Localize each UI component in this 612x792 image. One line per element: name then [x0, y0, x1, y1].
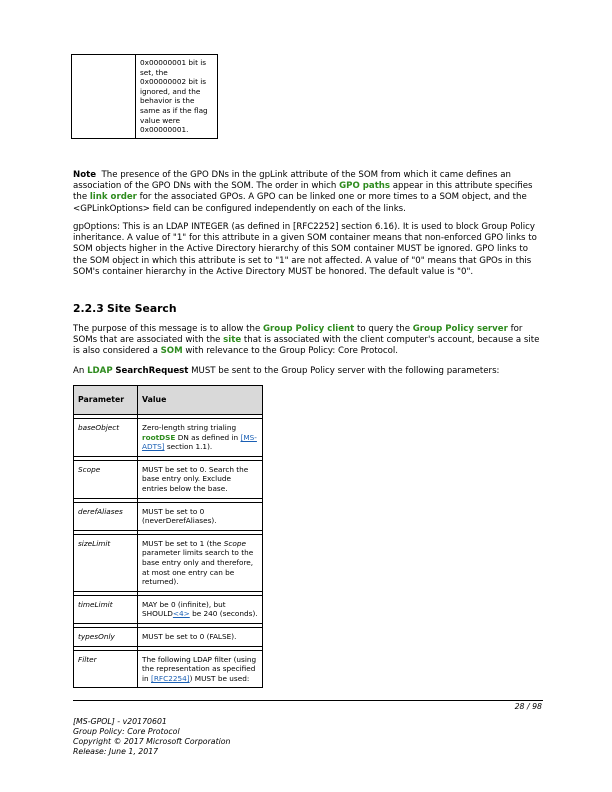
- param-name: timeLimit: [73, 594, 138, 624]
- footer-release: Release: June 1, 2017: [73, 747, 159, 756]
- table-row: 0x00000001 bit is set, the 0x00000002 bi…: [71, 54, 218, 139]
- parameters-table: Parameter Value baseObject Zero-length s…: [73, 385, 263, 689]
- flag-description-cell: 0x00000001 bit is set, the 0x00000002 bi…: [135, 54, 218, 139]
- table-row: derefAliases MUST be set to 0 (neverDere…: [73, 501, 263, 531]
- param-value: Zero-length string trialing rootDSE DN a…: [137, 418, 263, 457]
- page-number: 28 / 98: [514, 702, 542, 711]
- footer-divider: [73, 700, 543, 701]
- param-name: baseObject: [73, 418, 138, 457]
- note-paragraph: Note The presence of the GPO DNs in the …: [73, 170, 543, 215]
- gpoptions-paragraph: gpOptions: This is an LDAP INTEGER (as d…: [73, 222, 537, 277]
- purpose-paragraph: The purpose of this message is to allow …: [73, 324, 543, 358]
- table-row: Scope MUST be set to 0. Search the base …: [73, 459, 263, 499]
- column-header-parameter: Parameter: [73, 385, 138, 415]
- table-row: typesOnly MUST be set to 0 (FALSE).: [73, 626, 263, 647]
- section-heading: 2.2.3 Site Search: [73, 302, 543, 315]
- table-row: timeLimit MAY be 0 (infinite), but SHOUL…: [73, 594, 263, 624]
- param-value: MUST be set to 0 (neverDerefAliases).: [137, 501, 263, 531]
- purpose-text: The purpose of this message is to allow …: [73, 324, 263, 334]
- footer-copyright: Copyright © 2017 Microsoft Corporation: [73, 737, 231, 746]
- empty-cell: [71, 54, 136, 139]
- note-text: for the associated GPOs. A GPO can be li…: [73, 192, 527, 214]
- footer-doc-title: Group Policy: Core Protocol: [73, 727, 180, 736]
- keyword-som[interactable]: SOM: [161, 346, 183, 356]
- table-header-row: Parameter Value: [73, 385, 263, 415]
- document-page: 0x00000001 bit is set, the 0x00000002 bi…: [0, 0, 612, 792]
- column-header-value: Value: [137, 385, 263, 415]
- param-name: typesOnly: [73, 626, 138, 647]
- search-request-term: SearchRequest: [115, 366, 189, 376]
- page-footer: [MS-GPOL] - v20170601 Group Policy: Core…: [73, 717, 373, 757]
- ldap-text: MUST be sent to the Group Policy server …: [188, 366, 500, 376]
- param-name: Filter: [73, 649, 138, 689]
- purpose-text: to query the: [354, 324, 413, 334]
- keyword-site[interactable]: site: [223, 335, 241, 345]
- keyword-group-policy-client[interactable]: Group Policy client: [263, 324, 354, 334]
- param-name: derefAliases: [73, 501, 138, 531]
- keyword-link-order[interactable]: link order: [90, 192, 137, 202]
- param-name: sizeLimit: [73, 533, 138, 592]
- param-value: MUST be set to 1 (the Scope parameter li…: [137, 533, 263, 592]
- param-value: MAY be 0 (infinite), but SHOULD<4> be 24…: [137, 594, 263, 624]
- keyword-gpo-paths[interactable]: GPO paths: [339, 181, 390, 191]
- param-value: MUST be set to 0 (FALSE).: [137, 626, 263, 647]
- footer-doc-id: [MS-GPOL] - v20170601: [73, 717, 167, 726]
- section-number: 2.2.3: [73, 302, 104, 315]
- ldap-paragraph: An LDAP SearchRequest MUST be sent to th…: [73, 366, 543, 377]
- keyword-rootdse[interactable]: rootDSE: [142, 433, 175, 442]
- section-title: Site Search: [107, 302, 177, 315]
- ldap-text: An: [73, 366, 88, 376]
- table-row: baseObject Zero-length string trialing r…: [73, 418, 263, 457]
- table-row: Filter The following LDAP filter (using …: [73, 649, 263, 689]
- link-footnote-4[interactable]: <4>: [173, 609, 190, 618]
- keyword-ldap[interactable]: LDAP: [87, 366, 113, 376]
- continuation-table: 0x00000001 bit is set, the 0x00000002 bi…: [71, 54, 218, 139]
- param-name: Scope: [73, 459, 138, 499]
- purpose-text: with relevance to the Group Policy: Core…: [182, 346, 398, 357]
- link-rfc2254[interactable]: [RFC2254]: [151, 674, 190, 683]
- table-row: sizeLimit MUST be set to 1 (the Scope pa…: [73, 533, 263, 592]
- note-label: Note: [73, 170, 97, 180]
- param-value: MUST be set to 0. Search the base entry …: [137, 459, 263, 499]
- keyword-group-policy-server[interactable]: Group Policy server: [413, 324, 508, 334]
- param-value: The following LDAP filter (using the rep…: [137, 649, 263, 689]
